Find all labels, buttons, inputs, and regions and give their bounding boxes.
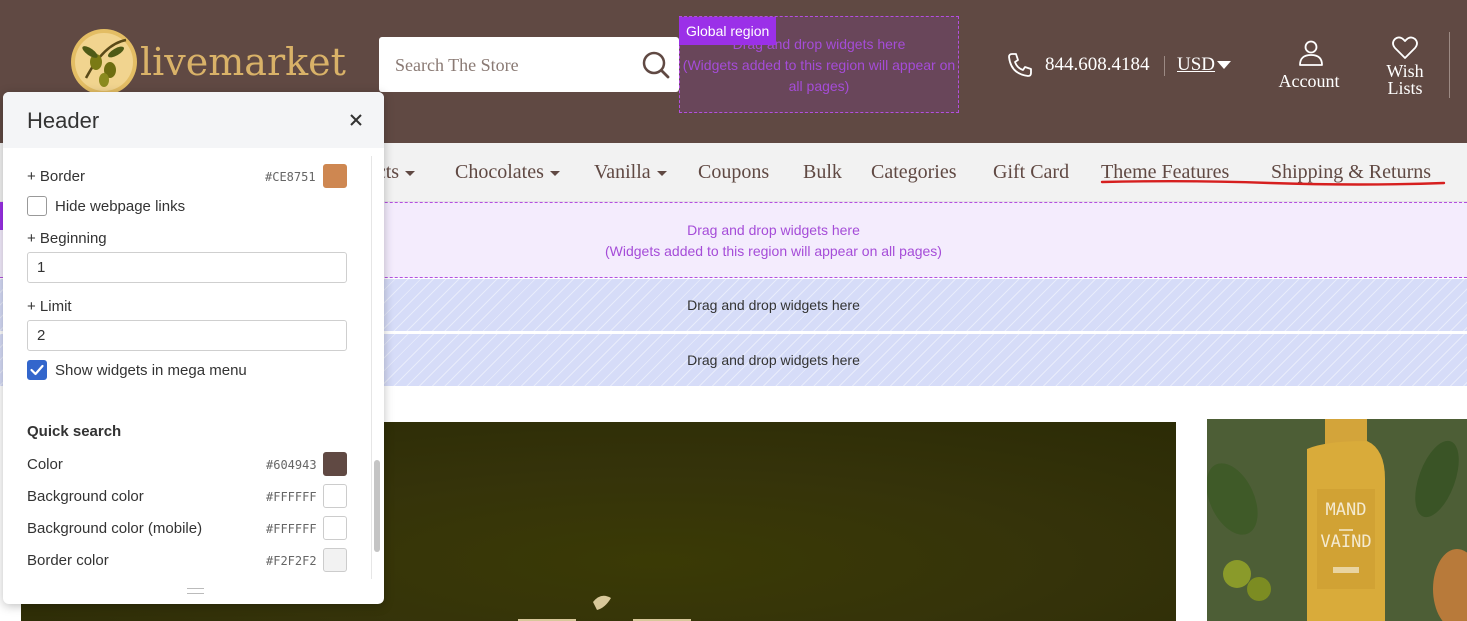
header-divider (1164, 56, 1165, 76)
product-promo-image[interactable]: MAND VAIND (1207, 419, 1467, 621)
border-color-swatch[interactable] (323, 164, 347, 188)
hide-links-label: Hide webpage links (55, 198, 186, 215)
header-divider-right (1449, 32, 1450, 98)
wish-lists-link[interactable]: Wish Lists (1370, 62, 1440, 98)
checkmark-icon (30, 364, 44, 376)
color-label: Color (27, 456, 63, 473)
olive-logo-icon (71, 29, 137, 95)
panel-header: Header (3, 92, 384, 148)
border-label: + Border (27, 168, 85, 185)
bottle-label-line-1: MAND (1326, 500, 1367, 520)
global-region-label: Global region (679, 17, 777, 45)
chevron-down-icon (549, 170, 560, 176)
bg-color-label: Background color (27, 488, 144, 505)
panel-resize-handle[interactable] (187, 588, 204, 594)
store-logo[interactable]: livemarket (66, 26, 356, 98)
border-color-hex: #F2F2F2 (266, 554, 317, 568)
bottle-label-line-2: VAIND (1320, 532, 1371, 552)
limit-input[interactable]: 2 (27, 320, 347, 351)
nav-item-coupons[interactable]: Coupons (698, 161, 769, 184)
search-icon[interactable] (641, 50, 671, 80)
phone-icon (1008, 53, 1032, 77)
bg-color-swatch[interactable] (323, 484, 347, 508)
bg-mobile-swatch[interactable] (323, 516, 347, 540)
search-box[interactable] (379, 37, 679, 92)
global-region-line-3: all pages) (788, 78, 850, 94)
beginning-label: + Beginning (27, 230, 107, 247)
border-color-label: Border color (27, 552, 109, 569)
close-icon[interactable] (347, 111, 365, 129)
chevron-down-icon[interactable] (1217, 61, 1231, 69)
color-swatch[interactable] (323, 452, 347, 476)
bg-mobile-label: Background color (mobile) (27, 520, 203, 537)
show-widgets-label: Show widgets in mega menu (55, 362, 247, 379)
nav-item-gift-card[interactable]: Gift Card (993, 161, 1069, 184)
nav-item-vanilla[interactable]: Vanilla (594, 161, 667, 184)
nav-item-chocolates[interactable]: Chocolates (455, 161, 560, 184)
red-underline-annotation (1100, 180, 1446, 186)
beginning-input[interactable]: 1 (27, 252, 347, 283)
panel-scrollbar-thumb[interactable] (374, 460, 380, 552)
hide-links-checkbox[interactable] (27, 196, 47, 216)
search-input[interactable] (395, 52, 625, 78)
phone-number[interactable]: 844.608.4184 (1045, 54, 1150, 76)
currency-selector[interactable]: USD (1177, 54, 1215, 76)
logo-text: livemarket (140, 40, 346, 84)
chevron-down-icon (405, 170, 416, 176)
olive-oil-bottle-image: MAND VAIND (1207, 419, 1467, 621)
color-hex: #604943 (266, 458, 317, 472)
bg-mobile-hex: #FFFFFF (266, 522, 317, 536)
border-color-swatch-2[interactable] (323, 548, 347, 572)
nav-item-bulk[interactable]: Bulk (803, 161, 842, 184)
page-editor-stage: livemarket Drag and drop widgets here (W… (0, 0, 1467, 621)
quick-search-title: Quick search (27, 423, 122, 440)
wish-label-line-2: Lists (1387, 78, 1423, 98)
nav-item-categories[interactable]: Categories (871, 161, 957, 184)
chevron-down-icon (656, 170, 667, 176)
header-settings-panel: Header + Border #CE8751 Hide webpage lin… (3, 92, 384, 604)
border-hex: #CE8751 (265, 170, 316, 184)
account-link[interactable]: Account (1268, 71, 1350, 92)
bg-color-hex: #FFFFFF (266, 490, 317, 504)
heart-icon[interactable] (1391, 34, 1419, 60)
nav-item-label: Vanilla (594, 161, 651, 183)
limit-label: + Limit (27, 298, 72, 315)
panel-title: Header (27, 108, 100, 133)
account-icon[interactable] (1297, 39, 1325, 67)
nav-item-label: Chocolates (455, 161, 544, 183)
show-widgets-checkbox[interactable] (27, 360, 47, 380)
global-region-line-2: (Widgets added to this region will appea… (682, 57, 956, 73)
